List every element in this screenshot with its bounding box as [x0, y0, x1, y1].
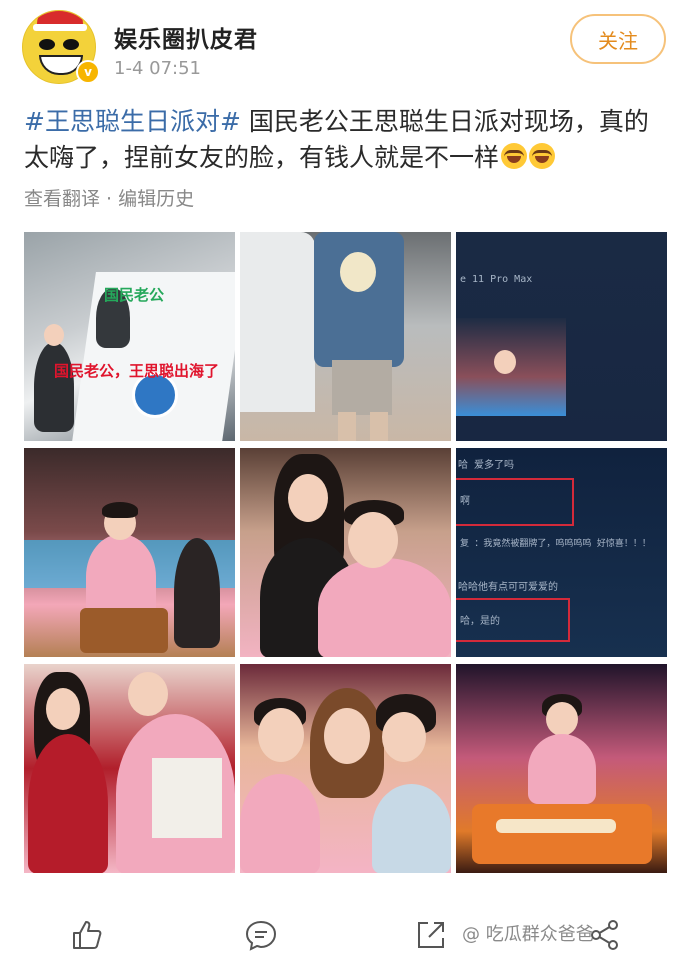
- laugh-cry-icon: [529, 143, 556, 169]
- photo-3[interactable]: e 11 Pro Max: [456, 232, 667, 441]
- photo-8[interactable]: [240, 664, 451, 873]
- edit-history-link[interactable]: 编辑历史: [118, 188, 194, 210]
- hashtag-link[interactable]: #王思聪生日派对#: [24, 107, 241, 136]
- photo-2[interactable]: [240, 232, 451, 441]
- post-text: #王思聪生日派对# 国民老公王思聪生日派对现场，真的太嗨了，捏前女友的脸，有钱人…: [24, 104, 664, 176]
- photo-caption-red: 国民老公，王思聪出海了: [54, 362, 220, 380]
- watermark: @ 吃瓜群众爸爸: [462, 924, 594, 945]
- photo-grid: 国民老公 国民老公，王思聪出海了 e 11 Pro Max 哈 爱多了吗 啊 复…: [24, 232, 667, 873]
- translate-link[interactable]: 查看翻译: [24, 188, 100, 210]
- verified-badge-icon: v: [76, 60, 100, 84]
- like-icon[interactable]: [70, 918, 104, 952]
- forward-icon[interactable]: [414, 918, 448, 952]
- photo-4[interactable]: [24, 448, 235, 657]
- comment-icon[interactable]: [244, 918, 278, 952]
- laugh-cry-icon: [501, 143, 528, 169]
- photo-6[interactable]: 哈 爱多了吗 啊 复 ：我竟然被翻牌了，呜呜呜呜 好惊喜！！！ 哈哈他有点可可爱…: [456, 448, 667, 657]
- post-meta: 查看翻译 · 编辑历史: [24, 188, 195, 210]
- photo-5[interactable]: [240, 448, 451, 657]
- photo-1[interactable]: 国民老公 国民老公，王思聪出海了: [24, 232, 235, 441]
- username[interactable]: 娱乐圈扒皮君: [114, 20, 258, 54]
- post-header: v 娱乐圈扒皮君 1-4 07:51 关注: [0, 0, 690, 92]
- photo-9[interactable]: [456, 664, 667, 873]
- photo-7[interactable]: [24, 664, 235, 873]
- follow-button[interactable]: 关注: [570, 14, 666, 64]
- post-timestamp: 1-4 07:51: [114, 58, 201, 79]
- photo-caption-green: 国民老公: [104, 286, 165, 304]
